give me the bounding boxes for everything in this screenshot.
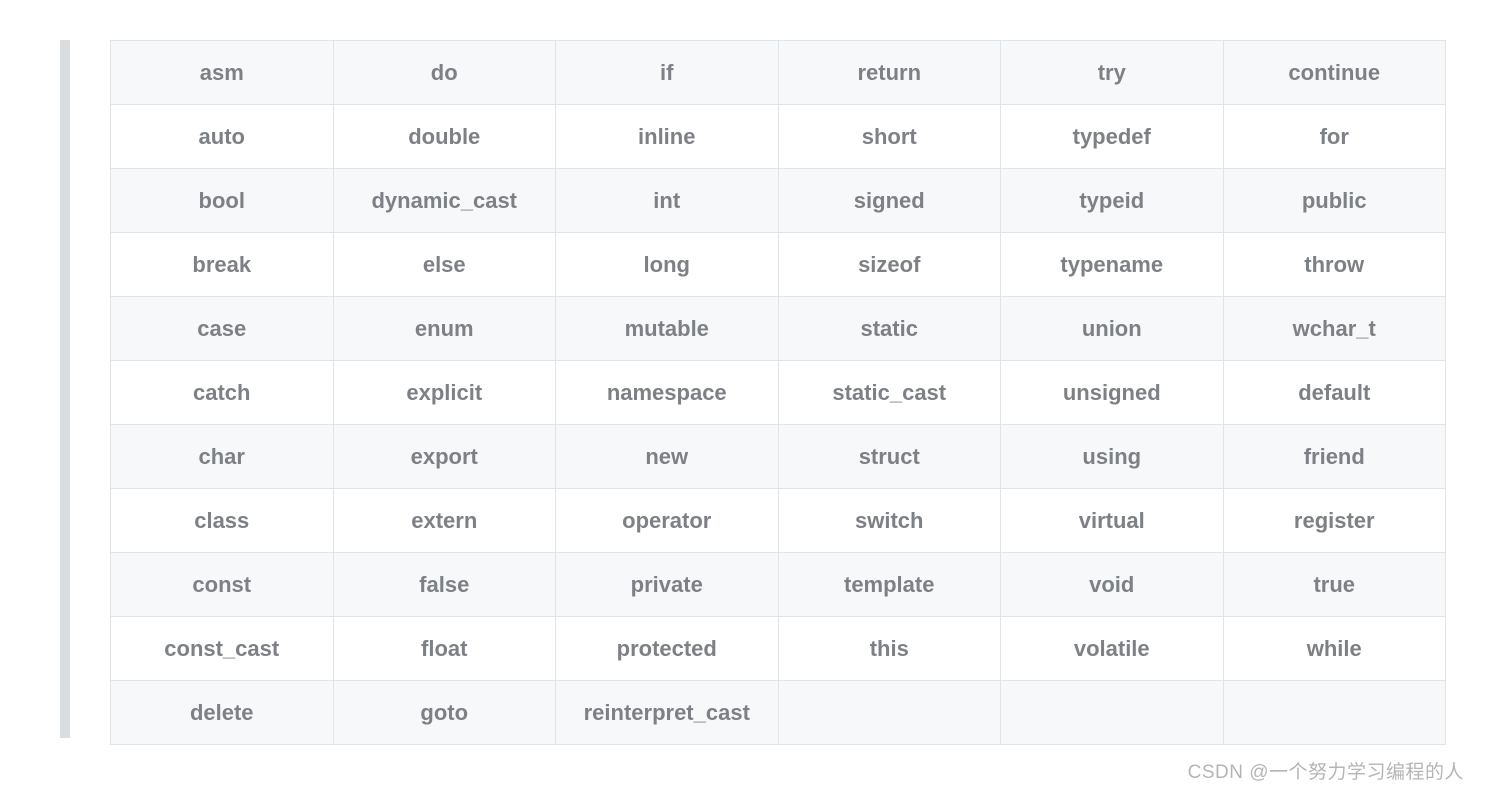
table-row: catch explicit namespace static_cast uns… bbox=[111, 361, 1446, 425]
table-cell: for bbox=[1223, 105, 1446, 169]
table-cell: reinterpret_cast bbox=[556, 681, 779, 745]
table-cell: export bbox=[333, 425, 556, 489]
table-cell: do bbox=[333, 41, 556, 105]
table-cell: private bbox=[556, 553, 779, 617]
table-cell: goto bbox=[333, 681, 556, 745]
table-cell: char bbox=[111, 425, 334, 489]
table-cell: false bbox=[333, 553, 556, 617]
table-cell: default bbox=[1223, 361, 1446, 425]
table-row: auto double inline short typedef for bbox=[111, 105, 1446, 169]
table-cell: using bbox=[1001, 425, 1224, 489]
table-cell: sizeof bbox=[778, 233, 1001, 297]
table-row: asm do if return try continue bbox=[111, 41, 1446, 105]
table-cell: delete bbox=[111, 681, 334, 745]
table-row: case enum mutable static union wchar_t bbox=[111, 297, 1446, 361]
table-cell: catch bbox=[111, 361, 334, 425]
table-cell: while bbox=[1223, 617, 1446, 681]
table-cell: continue bbox=[1223, 41, 1446, 105]
table-cell: unsigned bbox=[1001, 361, 1224, 425]
table-cell: register bbox=[1223, 489, 1446, 553]
table-cell: typedef bbox=[1001, 105, 1224, 169]
watermark-text: CSDN @一个努力学习编程的人 bbox=[1188, 757, 1464, 784]
quote-bar bbox=[60, 40, 70, 738]
table-cell: case bbox=[111, 297, 334, 361]
table-cell: else bbox=[333, 233, 556, 297]
keywords-table: asm do if return try continue auto doubl… bbox=[110, 40, 1446, 745]
table-cell: typename bbox=[1001, 233, 1224, 297]
table-cell: mutable bbox=[556, 297, 779, 361]
table-cell: explicit bbox=[333, 361, 556, 425]
table-cell: bool bbox=[111, 169, 334, 233]
table-cell: int bbox=[556, 169, 779, 233]
table-cell: float bbox=[333, 617, 556, 681]
table-cell: auto bbox=[111, 105, 334, 169]
table-cell: throw bbox=[1223, 233, 1446, 297]
table-row: break else long sizeof typename throw bbox=[111, 233, 1446, 297]
table-cell: struct bbox=[778, 425, 1001, 489]
table-cell: static_cast bbox=[778, 361, 1001, 425]
table-cell: typeid bbox=[1001, 169, 1224, 233]
table-cell: operator bbox=[556, 489, 779, 553]
table-cell: virtual bbox=[1001, 489, 1224, 553]
table-row: bool dynamic_cast int signed typeid publ… bbox=[111, 169, 1446, 233]
table-cell: true bbox=[1223, 553, 1446, 617]
table-cell bbox=[778, 681, 1001, 745]
table-row: const_cast float protected this volatile… bbox=[111, 617, 1446, 681]
table-cell: const_cast bbox=[111, 617, 334, 681]
table-cell: friend bbox=[1223, 425, 1446, 489]
table-cell: void bbox=[1001, 553, 1224, 617]
table-cell bbox=[1001, 681, 1224, 745]
table-cell: volatile bbox=[1001, 617, 1224, 681]
table-row: class extern operator switch virtual reg… bbox=[111, 489, 1446, 553]
table-cell: static bbox=[778, 297, 1001, 361]
table-cell bbox=[1223, 681, 1446, 745]
table-cell: dynamic_cast bbox=[333, 169, 556, 233]
table-cell: this bbox=[778, 617, 1001, 681]
table-cell: enum bbox=[333, 297, 556, 361]
table-cell: union bbox=[1001, 297, 1224, 361]
table-cell: extern bbox=[333, 489, 556, 553]
table-cell: break bbox=[111, 233, 334, 297]
table-cell: protected bbox=[556, 617, 779, 681]
table-cell: double bbox=[333, 105, 556, 169]
table-cell: namespace bbox=[556, 361, 779, 425]
table-row: const false private template void true bbox=[111, 553, 1446, 617]
table-cell: wchar_t bbox=[1223, 297, 1446, 361]
table-row: delete goto reinterpret_cast bbox=[111, 681, 1446, 745]
table-cell: const bbox=[111, 553, 334, 617]
table-cell: short bbox=[778, 105, 1001, 169]
table-cell: try bbox=[1001, 41, 1224, 105]
keywords-table-container: asm do if return try continue auto doubl… bbox=[110, 40, 1446, 745]
table-cell: switch bbox=[778, 489, 1001, 553]
table-cell: new bbox=[556, 425, 779, 489]
table-cell: long bbox=[556, 233, 779, 297]
table-cell: inline bbox=[556, 105, 779, 169]
table-cell: class bbox=[111, 489, 334, 553]
table-cell: template bbox=[778, 553, 1001, 617]
table-row: char export new struct using friend bbox=[111, 425, 1446, 489]
table-cell: public bbox=[1223, 169, 1446, 233]
table-cell: return bbox=[778, 41, 1001, 105]
table-cell: if bbox=[556, 41, 779, 105]
table-cell: asm bbox=[111, 41, 334, 105]
table-cell: signed bbox=[778, 169, 1001, 233]
